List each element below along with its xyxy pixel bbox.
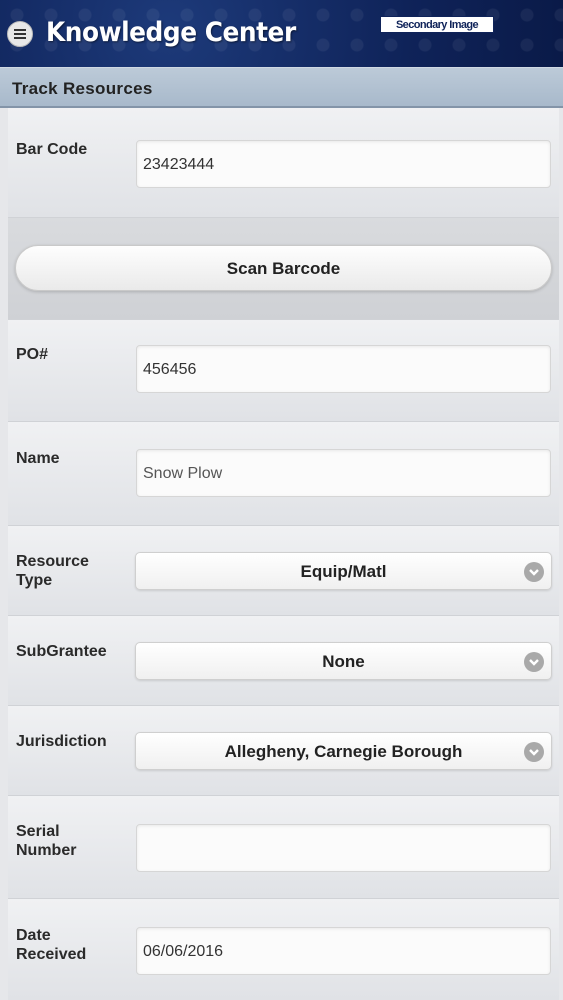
- bar-code-row: Bar Code 23423444: [8, 108, 559, 218]
- resource-type-select[interactable]: Equip/Matl: [135, 552, 552, 590]
- subgrantee-row: SubGrantee None: [8, 616, 559, 706]
- page-title: Track Resources: [12, 79, 153, 98]
- jurisdiction-value: Allegheny, Carnegie Borough: [224, 742, 463, 761]
- name-input[interactable]: Snow Plow: [136, 449, 551, 497]
- subgrantee-value: None: [322, 652, 365, 671]
- serial-number-row: Serial Number: [8, 796, 559, 899]
- po-row: PO# 456456: [8, 320, 559, 422]
- chevron-down-icon: [524, 742, 544, 762]
- app-header: Knowledge Center Secondary Image: [0, 0, 563, 67]
- name-label: Name: [16, 450, 60, 467]
- hamburger-menu-icon[interactable]: [7, 21, 33, 47]
- resource-type-row: Resource Type Equip/Matl: [8, 526, 559, 616]
- subgrantee-label: SubGrantee: [16, 643, 107, 660]
- serial-number-label: Serial Number: [16, 823, 77, 859]
- resource-type-label: Resource Type: [16, 553, 89, 589]
- date-received-input[interactable]: 06/06/2016: [136, 927, 551, 975]
- po-input[interactable]: 456456: [136, 345, 551, 393]
- name-row: Name Snow Plow: [8, 422, 559, 526]
- jurisdiction-select[interactable]: Allegheny, Carnegie Borough: [135, 732, 552, 770]
- chevron-down-icon: [524, 562, 544, 582]
- bar-code-input[interactable]: 23423444: [136, 140, 551, 188]
- resource-form: Bar Code 23423444 Scan Barcode PO# 45645…: [8, 108, 559, 1000]
- date-received-row: Date Received 06/06/2016: [8, 899, 559, 1000]
- app-title: Knowledge Center: [46, 17, 296, 48]
- chevron-down-icon: [524, 652, 544, 672]
- date-received-label: Date Received: [16, 927, 87, 963]
- jurisdiction-row: Jurisdiction Allegheny, Carnegie Borough: [8, 706, 559, 796]
- resource-type-value: Equip/Matl: [300, 562, 387, 581]
- serial-number-input[interactable]: [136, 824, 551, 872]
- bar-code-label: Bar Code: [16, 141, 88, 158]
- scan-barcode-button[interactable]: Scan Barcode: [15, 245, 552, 291]
- po-label: PO#: [16, 346, 49, 363]
- secondary-image: Secondary Image: [380, 16, 494, 33]
- page-subheader: Track Resources: [0, 67, 563, 108]
- jurisdiction-label: Jurisdiction: [16, 733, 107, 750]
- subgrantee-select[interactable]: None: [135, 642, 552, 680]
